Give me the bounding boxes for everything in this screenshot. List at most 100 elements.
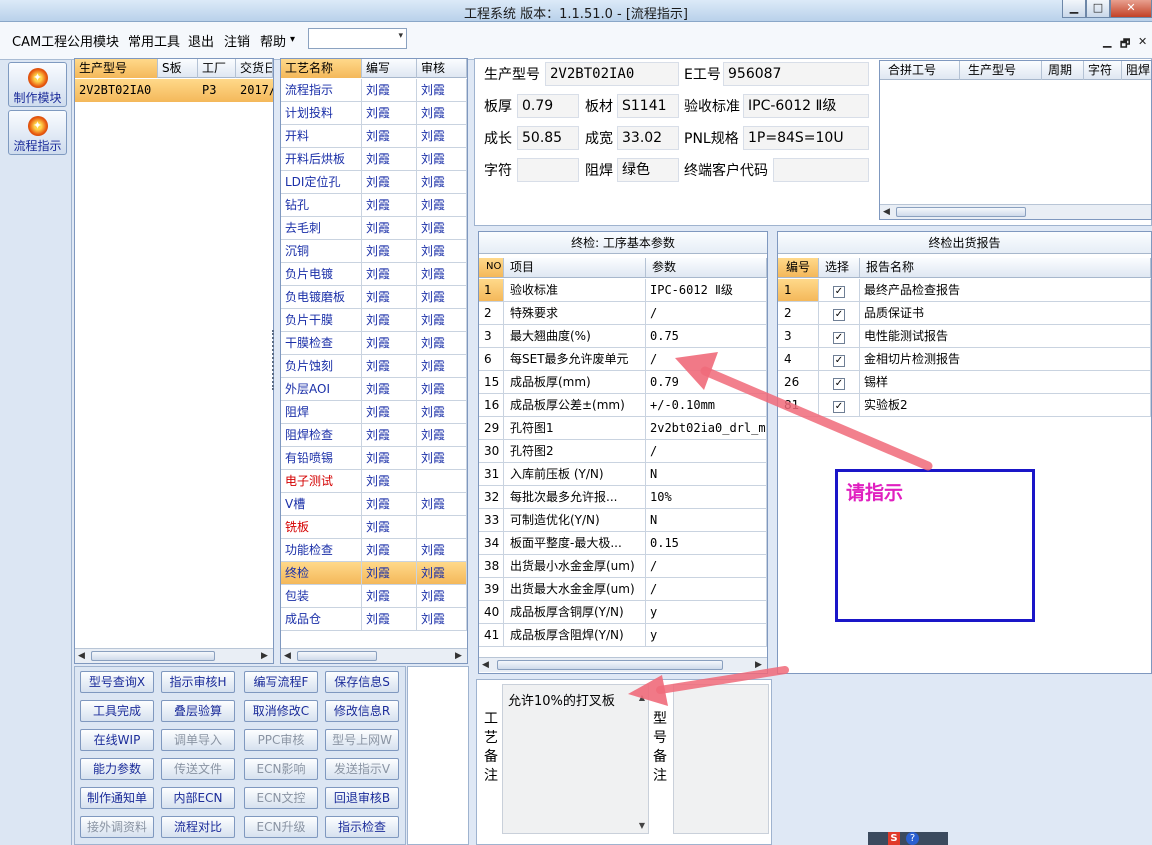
col-no[interactable]: NO bbox=[479, 258, 504, 277]
col-process[interactable]: 工艺名称 bbox=[281, 59, 362, 78]
col-period[interactable]: 周期 bbox=[1042, 61, 1084, 80]
table-row[interactable]: 有铅喷锡 刘霞 刘霞 bbox=[281, 447, 467, 470]
checkbox[interactable]: ✓ bbox=[833, 401, 845, 413]
scroll-left-icon[interactable]: ◀ bbox=[482, 660, 489, 670]
scroll-up-icon[interactable]: ▲ bbox=[639, 693, 645, 702]
function-button[interactable]: 保存信息S bbox=[325, 671, 399, 693]
table-row[interactable]: 30 孔符图2/ bbox=[479, 440, 767, 463]
col-report-no[interactable]: 编号 bbox=[778, 258, 819, 277]
table-row[interactable]: 干膜检查 刘霞 刘霞 bbox=[281, 332, 467, 355]
function-button[interactable]: PPC审核 bbox=[244, 729, 318, 751]
table-row[interactable]: 81 ✓ 实验板2 bbox=[778, 394, 1151, 417]
table-row[interactable]: 铣板 刘霞 bbox=[281, 516, 467, 539]
checkbox[interactable]: ✓ bbox=[833, 286, 845, 298]
menu-logout[interactable]: 注销 bbox=[224, 31, 250, 50]
table-row[interactable]: 负片蚀刻 刘霞 刘霞 bbox=[281, 355, 467, 378]
col-character[interactable]: 字符 bbox=[1084, 61, 1122, 80]
table-row[interactable]: 钻孔 刘霞 刘霞 bbox=[281, 194, 467, 217]
table-row[interactable]: 15 成品板厚(mm) 0.79 bbox=[479, 371, 767, 394]
horizontal-scrollbar[interactable]: ◀ ▶ bbox=[281, 648, 467, 663]
scroll-left-icon[interactable]: ◀ bbox=[883, 207, 890, 217]
close-button[interactable]: ✕ bbox=[1110, 0, 1152, 18]
mdi-close-button[interactable]: ✕ bbox=[1138, 35, 1147, 48]
checkbox[interactable]: ✓ bbox=[833, 309, 845, 321]
table-row[interactable]: 电子测试 刘霞 bbox=[281, 470, 467, 493]
table-row[interactable]: 31 入库前压板 (Y/N) N bbox=[479, 463, 767, 486]
table-row[interactable]: 终检 刘霞 刘霞 bbox=[281, 562, 467, 585]
function-button[interactable]: 指示审核H bbox=[161, 671, 235, 693]
table-row[interactable]: 外层AOI 刘霞 刘霞 bbox=[281, 378, 467, 401]
function-button[interactable]: ECN升级 bbox=[244, 816, 318, 838]
scroll-thumb[interactable] bbox=[297, 651, 377, 661]
menu-help[interactable]: 帮助 bbox=[260, 31, 286, 50]
col-model[interactable]: 生产型号 bbox=[75, 59, 158, 78]
horizontal-scrollbar[interactable]: ◀ ▶ bbox=[479, 657, 767, 672]
table-row[interactable]: 包装 刘霞 刘霞 bbox=[281, 585, 467, 608]
table-row[interactable]: 沉铜 刘霞 刘霞 bbox=[281, 240, 467, 263]
table-row[interactable]: 33 可制造优化(Y/N) N bbox=[479, 509, 767, 532]
function-button[interactable]: 修改信息R bbox=[325, 700, 399, 722]
mdi-minimize-button[interactable]: ▁ bbox=[1103, 35, 1111, 48]
col-writer[interactable]: 编写 bbox=[362, 59, 417, 78]
function-button[interactable]: 发送指示V bbox=[325, 758, 399, 780]
table-row[interactable]: 32 每批次最多允许报... 10% bbox=[479, 486, 767, 509]
table-row[interactable]: 成品仓 刘霞 刘霞 bbox=[281, 608, 467, 631]
ime-icon[interactable]: S bbox=[888, 832, 900, 845]
table-row[interactable]: 2 特殊要求 / bbox=[479, 302, 767, 325]
help-icon[interactable]: ? bbox=[906, 832, 919, 845]
table-row[interactable]: 流程指示 刘霞 刘霞 bbox=[281, 79, 467, 102]
function-button[interactable]: ECN影响 bbox=[244, 758, 318, 780]
horizontal-scrollbar[interactable]: ◀ ▶ bbox=[75, 648, 273, 663]
model-note-textarea[interactable] bbox=[673, 684, 769, 834]
table-row[interactable]: 去毛刺 刘霞 刘霞 bbox=[281, 217, 467, 240]
table-row[interactable]: 34 板面平整度-最大极... 0.15 bbox=[479, 532, 767, 555]
checkbox[interactable]: ✓ bbox=[833, 378, 845, 390]
horizontal-scrollbar[interactable]: ◀ bbox=[880, 204, 1151, 219]
col-param[interactable]: 参数 bbox=[646, 258, 767, 277]
craft-note-textarea[interactable]: 允许10%的打叉板 ▲ ▼ bbox=[502, 684, 649, 834]
scroll-left-icon[interactable]: ◀ bbox=[284, 651, 291, 661]
menu-exit[interactable]: 退出 bbox=[188, 31, 214, 50]
minimize-button[interactable]: ▁ bbox=[1062, 0, 1086, 18]
col-item[interactable]: 项目 bbox=[504, 258, 646, 277]
function-button[interactable]: 型号上网W bbox=[325, 729, 399, 751]
maximize-button[interactable]: □ bbox=[1086, 0, 1110, 18]
function-button[interactable]: 能力参数 bbox=[80, 758, 154, 780]
table-row[interactable]: 开料 刘霞 刘霞 bbox=[281, 125, 467, 148]
table-row[interactable]: 开料后烘板 刘霞 刘霞 bbox=[281, 148, 467, 171]
table-row[interactable]: V槽 刘霞 刘霞 bbox=[281, 493, 467, 516]
function-button[interactable]: 内部ECN bbox=[161, 787, 235, 809]
col-delivery[interactable]: 交货日 bbox=[236, 59, 273, 78]
table-row[interactable]: 3 最大翘曲度(%) 0.75 bbox=[479, 325, 767, 348]
scroll-thumb[interactable] bbox=[896, 207, 1026, 217]
col-s-board[interactable]: S板 bbox=[158, 59, 198, 78]
col-merge-model[interactable]: 生产型号 bbox=[960, 61, 1042, 80]
checkbox[interactable]: ✓ bbox=[833, 355, 845, 367]
col-factory[interactable]: 工厂 bbox=[198, 59, 236, 78]
table-row[interactable]: 41 成品板厚含阻焊(Y/N) y bbox=[479, 624, 767, 647]
table-row[interactable]: 计划投料 刘霞 刘霞 bbox=[281, 102, 467, 125]
mdi-restore-button[interactable]: 🗗 bbox=[1120, 35, 1130, 54]
module-combo[interactable]: ▾ bbox=[308, 28, 407, 49]
table-row[interactable]: 38 出货最小水金金厚(um) / bbox=[479, 555, 767, 578]
table-row[interactable]: 26 ✓ 锡样 bbox=[778, 371, 1151, 394]
function-button[interactable]: 在线WIP bbox=[80, 729, 154, 751]
function-button[interactable]: 回退审核B bbox=[325, 787, 399, 809]
table-row[interactable]: 2 ✓ 品质保证书 bbox=[778, 302, 1151, 325]
function-button[interactable]: 调单导入 bbox=[161, 729, 235, 751]
function-button[interactable]: ECN文控 bbox=[244, 787, 318, 809]
table-row[interactable]: 16 成品板厚公差±(mm) +/-0.10mm bbox=[479, 394, 767, 417]
help-chevron-icon[interactable]: ▾ bbox=[290, 34, 295, 45]
checkbox[interactable]: ✓ bbox=[833, 332, 845, 344]
scroll-down-icon[interactable]: ▼ bbox=[639, 821, 645, 830]
menu-tools[interactable]: 常用工具 bbox=[128, 31, 180, 50]
col-soldermask[interactable]: 阻焊 bbox=[1122, 61, 1151, 80]
scroll-right-icon[interactable]: ▶ bbox=[261, 651, 268, 661]
function-button[interactable]: 编写流程F bbox=[244, 671, 318, 693]
function-button[interactable]: 流程对比 bbox=[161, 816, 235, 838]
menu-common-module[interactable]: 公用模块 bbox=[67, 31, 119, 50]
table-row[interactable]: 负片干膜 刘霞 刘霞 bbox=[281, 309, 467, 332]
col-reviewer[interactable]: 审核 bbox=[417, 59, 467, 78]
function-button[interactable]: 接外调资料 bbox=[80, 816, 154, 838]
function-button[interactable]: 指示检查 bbox=[325, 816, 399, 838]
